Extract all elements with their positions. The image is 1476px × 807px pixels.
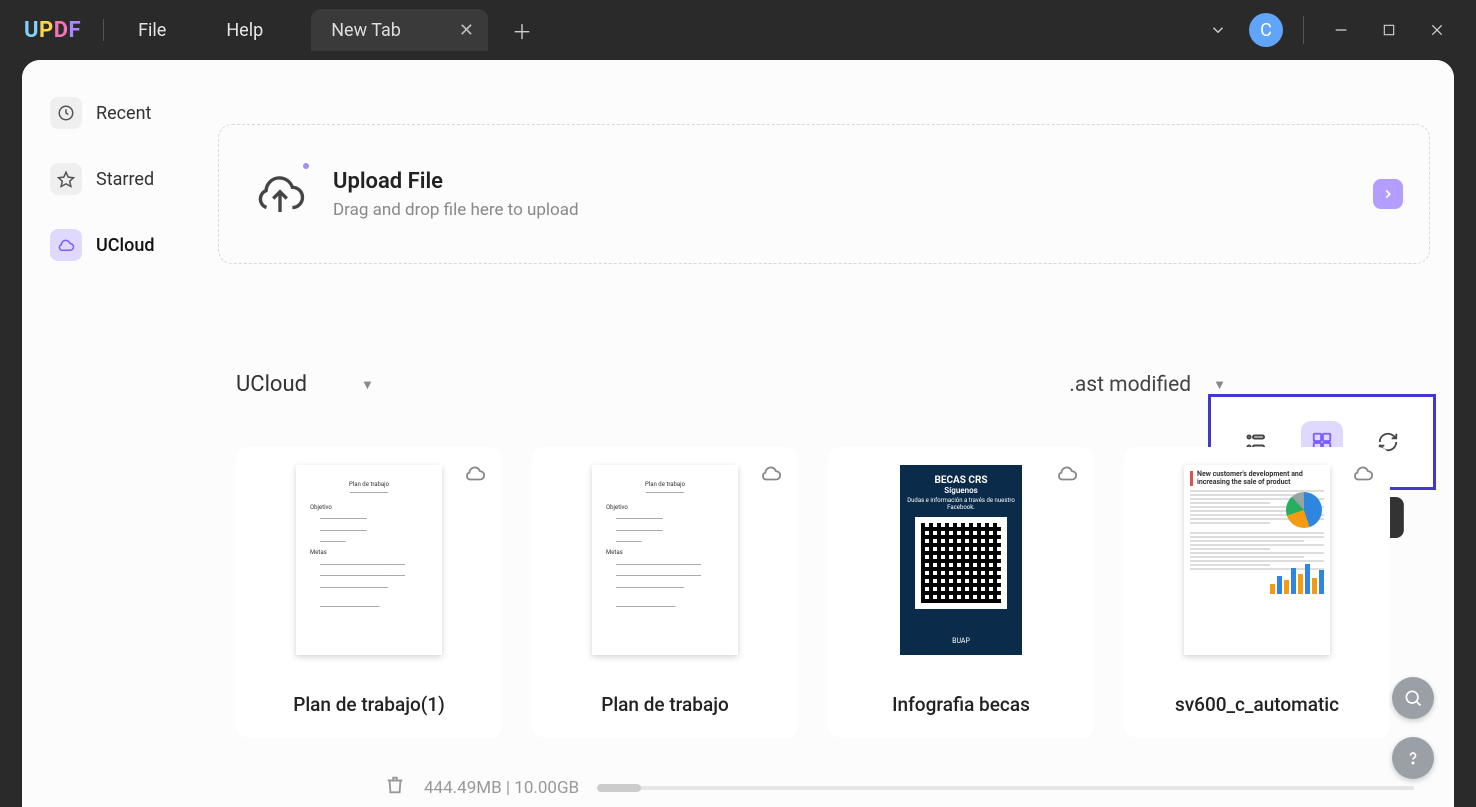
- app-logo: UPDF: [24, 18, 81, 43]
- close-tab-icon[interactable]: ✕: [459, 20, 474, 41]
- sidebar-item-ucloud[interactable]: UCloud: [22, 222, 184, 268]
- file-thumbnail: Plan de trabajo───────── Objetivo───────…: [296, 465, 442, 655]
- folder-selector-label: UCloud: [236, 372, 307, 397]
- titlebar: UPDF File Help New Tab ✕ ＋ C: [0, 0, 1476, 60]
- chevron-down-icon[interactable]: [1197, 9, 1239, 51]
- user-avatar[interactable]: C: [1249, 13, 1283, 47]
- file-card[interactable]: New customer's development and increasin…: [1124, 447, 1390, 738]
- file-title: Plan de trabajo(1): [293, 693, 445, 716]
- sidebar-item-starred[interactable]: Starred: [22, 156, 184, 202]
- storage-usage-bar: 444.49MB | 10.00GB: [384, 774, 1414, 801]
- sidebar: Recent Starred UCloud: [22, 60, 184, 807]
- cloud-status-icon: [1056, 463, 1078, 489]
- report-title: New customer's development and increasin…: [1190, 471, 1324, 486]
- star-icon: [50, 163, 82, 195]
- sidebar-item-recent[interactable]: Recent: [22, 90, 184, 136]
- sidebar-item-label: UCloud: [96, 235, 154, 256]
- divider: [103, 19, 104, 41]
- window-minimize-button[interactable]: [1320, 9, 1362, 51]
- caret-down-icon: ▼: [1213, 377, 1226, 393]
- tab-label: New Tab: [331, 20, 401, 41]
- file-grid: Plan de trabajo───────── Objetivo───────…: [236, 447, 1430, 738]
- file-thumbnail: BECAS CRS Síguenos Dudas e información a…: [888, 465, 1034, 655]
- cloud-upload-icon: [253, 167, 307, 221]
- file-card[interactable]: Plan de trabajo───────── Objetivo───────…: [236, 447, 502, 738]
- file-card[interactable]: Plan de trabajo───────── Objetivo───────…: [532, 447, 798, 738]
- titlebar-right: C: [1197, 9, 1458, 51]
- help-fab[interactable]: [1392, 737, 1434, 779]
- caret-down-icon: ▼: [361, 377, 374, 393]
- divider: [1303, 16, 1304, 44]
- trash-icon[interactable]: [384, 774, 406, 801]
- file-thumbnail: New customer's development and increasin…: [1184, 465, 1330, 655]
- sidebar-item-label: Starred: [96, 169, 154, 190]
- infographic-footer: BUAP: [952, 637, 970, 649]
- search-fab[interactable]: [1392, 677, 1434, 719]
- qr-code-icon: [915, 517, 1007, 609]
- file-title: Plan de trabajo: [601, 693, 729, 716]
- clock-icon: [50, 97, 82, 129]
- cloud-status-icon: [760, 463, 782, 489]
- main-panel: Upload File Drag and drop file here to u…: [184, 60, 1454, 807]
- file-title: sv600_c_automatic: [1175, 693, 1339, 716]
- infographic-text: Dudas e información a través de nuestro …: [906, 497, 1016, 511]
- new-tab-button[interactable]: ＋: [506, 14, 538, 46]
- sidebar-item-label: Recent: [96, 103, 151, 124]
- sort-selector-label: .ast modified: [1069, 373, 1191, 397]
- upload-expand-button[interactable]: [1373, 179, 1403, 209]
- content-area: Recent Starred UCloud: [22, 60, 1454, 807]
- file-thumbnail: Plan de trabajo───────── Objetivo───────…: [592, 465, 738, 655]
- upload-dropzone[interactable]: Upload File Drag and drop file here to u…: [218, 124, 1430, 264]
- folder-selector[interactable]: UCloud ▼: [236, 372, 374, 397]
- storage-text: 444.49MB | 10.00GB: [424, 778, 579, 798]
- floating-actions: [1392, 677, 1434, 779]
- menu-file[interactable]: File: [126, 20, 178, 41]
- cloud-status-icon: [464, 463, 486, 489]
- upload-title: Upload File: [333, 169, 579, 194]
- menu-help[interactable]: Help: [214, 20, 275, 41]
- infographic-heading: BECAS CRS: [934, 475, 987, 486]
- storage-progress-thumb: [597, 784, 641, 792]
- window-close-button[interactable]: [1416, 9, 1458, 51]
- file-title: Infografia becas: [892, 693, 1030, 716]
- upload-text-group: Upload File Drag and drop file here to u…: [333, 169, 579, 220]
- cloud-status-icon: [1352, 463, 1374, 489]
- tab-active[interactable]: New Tab ✕: [311, 9, 488, 51]
- upload-subtitle: Drag and drop file here to upload: [333, 200, 579, 220]
- file-card[interactable]: BECAS CRS Síguenos Dudas e información a…: [828, 447, 1094, 738]
- window-maximize-button[interactable]: [1368, 9, 1410, 51]
- infographic-subheading: Síguenos: [944, 486, 977, 495]
- storage-track[interactable]: [597, 786, 1414, 790]
- sort-selector[interactable]: .ast modified ▼: [1069, 373, 1226, 397]
- cloud-icon: [50, 229, 82, 261]
